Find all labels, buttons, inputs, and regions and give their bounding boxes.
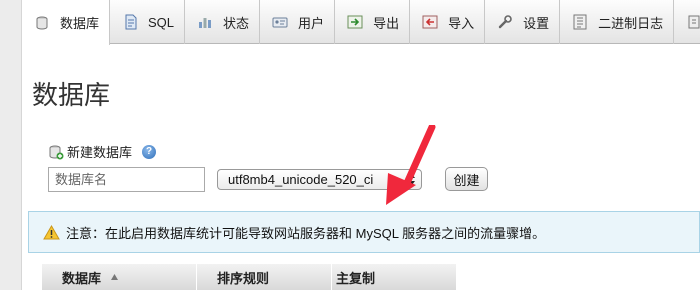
tab-label: 导入	[448, 15, 475, 31]
wrench-icon	[497, 14, 513, 30]
tab-label: 导出	[373, 15, 400, 31]
header-collation[interactable]: 排序规则	[197, 264, 332, 290]
tab-import[interactable]: 导入	[410, 0, 486, 44]
header-label: 主复制	[336, 270, 376, 286]
sql-doc-icon	[122, 14, 138, 30]
help-icon[interactable]: ?	[142, 144, 157, 159]
create-database-label-row: 新建数据库 ?	[48, 142, 157, 161]
status-chart-icon	[197, 14, 213, 30]
annotation-arrow	[386, 125, 436, 205]
header-master-replication: 主复制	[332, 264, 457, 290]
users-icon	[272, 14, 288, 30]
new-database-icon	[48, 144, 64, 160]
tab-databases[interactable]: 数据库	[22, 0, 111, 45]
tab-binary-log[interactable]: 二进制日志	[560, 0, 675, 44]
database-icon	[34, 15, 50, 31]
more-tab-icon	[686, 14, 700, 30]
tab-export[interactable]: 导出	[335, 0, 411, 44]
top-tab-bar: 数据库 SQL 状态 用户 导出 导入 设置 二进制日志	[22, 0, 700, 45]
sort-asc-icon	[111, 274, 119, 280]
tab-label: 二进制日志	[598, 15, 664, 31]
tab-label: 用户	[298, 15, 325, 31]
tab-more[interactable]	[674, 0, 700, 44]
collation-selected-value: utf8mb4_unicode_520_ci	[228, 172, 374, 187]
tab-settings[interactable]: 设置	[485, 0, 561, 44]
database-name-input[interactable]	[48, 167, 205, 192]
page-title: 数据库	[32, 80, 111, 110]
database-table-header: 数据库 排序规则 主复制	[42, 264, 457, 290]
left-panel-edge	[0, 0, 22, 290]
notice-box: 注意：在此启用数据库统计可能导致网站服务器和 MySQL 服务器之间的流量骤增。	[28, 211, 700, 253]
tab-label: 设置	[523, 15, 550, 31]
export-icon	[347, 14, 363, 30]
warning-icon	[43, 224, 60, 240]
create-database-label: 新建数据库	[67, 145, 133, 160]
tab-users[interactable]: 用户	[260, 0, 336, 44]
import-icon	[422, 14, 438, 30]
header-label: 数据库	[62, 270, 102, 286]
tab-label: 状态	[223, 15, 250, 31]
notice-text: 注意：在此启用数据库统计可能导致网站服务器和 MySQL 服务器之间的流量骤增。	[66, 225, 546, 241]
tab-label: SQL	[148, 14, 175, 30]
tab-status[interactable]: 状态	[185, 0, 261, 44]
header-database[interactable]: 数据库	[42, 264, 197, 290]
header-label: 排序规则	[217, 270, 270, 286]
main-content: 数据库 新建数据库 ? utf8mb4_unicode_520_ci 创建 注意…	[22, 45, 700, 290]
tab-sql[interactable]: SQL	[110, 0, 186, 44]
tab-label: 数据库	[60, 16, 100, 31]
binary-log-icon	[572, 14, 588, 30]
